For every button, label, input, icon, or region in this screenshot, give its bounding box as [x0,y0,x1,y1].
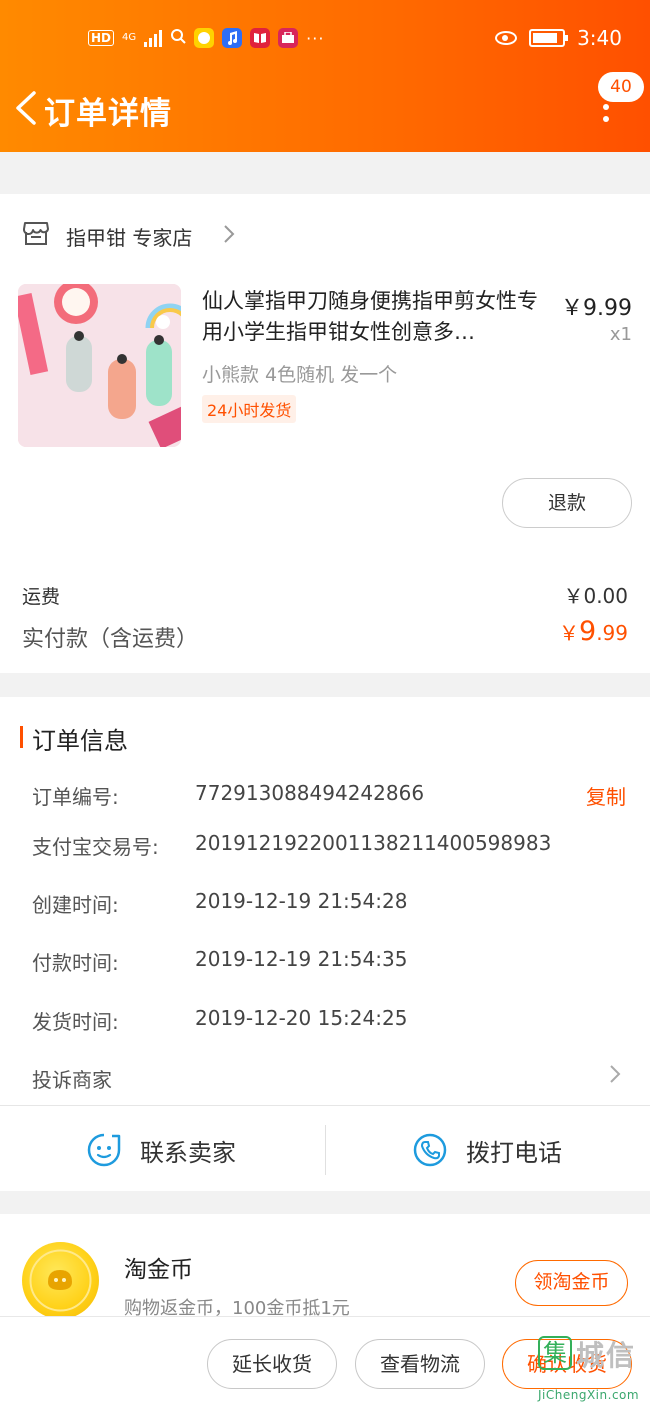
complain-seller-label: 投诉商家 [32,1068,112,1092]
info-label: 支付宝交易号: [32,835,159,859]
gold-coin-icon [22,1242,99,1319]
status-left: HD 4G ··· [88,28,324,48]
paid-amount-value: ￥9.99 [559,616,628,647]
call-phone-button[interactable]: 拨打电话 [412,1125,562,1175]
payment-time-row: 付款时间: 2019-12-19 21:54:35 [32,947,632,977]
section-accent-bar [20,726,23,748]
info-value: 2019-12-19 21:54:28 [195,889,408,913]
info-value: 2019121922001138211400598983 [195,831,552,855]
status-right: 3:40 [495,26,622,50]
notification-app-icon [194,28,215,48]
order-info-title: 订单信息 [32,727,128,755]
product-quantity: x1 [609,324,632,345]
info-label: 创建时间: [32,893,119,917]
app-header: HD 4G ··· 3:40 订单详情 40 [0,0,650,152]
paid-currency: ￥ [559,621,579,645]
phone-icon [413,1133,447,1167]
battery-icon [529,29,569,47]
paid-amount-label: 实付款（含运费） [22,627,199,652]
product-sku: 小熊款 4色随机 发一个 [202,364,398,386]
search-icon [170,28,186,48]
complain-seller-row[interactable]: 投诉商家 [32,1064,632,1094]
shop-app-icon [278,28,299,48]
order-product-card: 指甲钳 专家店 仙人掌指甲刀随身便携指甲剪女性专用小学生指甲钳女性创意多… ￥9… [0,194,650,673]
claim-coins-button[interactable]: 领淘金币 [515,1260,628,1306]
alipay-trade-row: 支付宝交易号: 2019121922001138211400598983 [32,831,632,861]
more-notifications: ··· [306,28,325,48]
call-phone-label: 拨打电话 [466,1138,562,1167]
network-label: 4G [122,32,137,43]
chevron-right-icon[interactable] [222,223,236,245]
paid-integer: 9 [579,616,597,647]
shop-name-link[interactable]: 指甲钳 专家店 [66,222,192,251]
paid-decimal: .99 [596,621,628,645]
clock: 3:40 [577,26,622,50]
page-title: 订单详情 [44,96,172,132]
extend-receipt-button[interactable]: 延长收货 [207,1339,337,1389]
shipped-time-row: 发货时间: 2019-12-20 15:24:25 [32,1006,632,1036]
coins-title: 淘金币 [124,1257,193,1283]
info-value: 2019-12-20 15:24:25 [195,1006,408,1030]
info-label: 订单编号: [32,785,119,809]
order-number-row: 订单编号: 772913088494242866 [32,781,632,811]
refund-button[interactable]: 退款 [502,478,632,528]
created-time-row: 创建时间: 2019-12-19 21:54:28 [32,889,632,919]
shipping-tag: 24小时发货 [202,395,297,423]
view-logistics-button[interactable]: 查看物流 [355,1339,485,1389]
contact-seller-button[interactable]: 联系卖家 [86,1125,236,1175]
order-info-card: 订单信息 订单编号: 772913088494242866 复制 支付宝交易号:… [0,697,650,1191]
product-thumbnail[interactable] [18,284,181,447]
shipping-fee-value: ￥0.00 [563,584,628,608]
product-title[interactable]: 仙人掌指甲刀随身便携指甲剪女性专用小学生指甲钳女性创意多… [202,286,552,348]
product-price: ￥9.99 [561,296,632,321]
chevron-right-icon[interactable] [608,1063,622,1085]
signal-icon [144,29,163,47]
vertical-divider [325,1125,326,1175]
watermark-url: JiChengXin.com [538,1388,640,1402]
watermark-logo-icon: 集 [538,1336,572,1370]
info-value: 772913088494242866 [195,781,425,805]
info-label: 发货时间: [32,1010,119,1034]
message-count-badge[interactable]: 40 [598,72,644,102]
copy-order-number-button[interactable]: 复制 [586,781,626,810]
info-value: 2019-12-19 21:54:35 [195,947,408,971]
store-icon [23,222,49,245]
chat-face-icon [87,1133,121,1167]
contact-seller-label: 联系卖家 [140,1138,236,1167]
music-app-icon [222,28,243,48]
watermark-text: 城信 [576,1339,637,1372]
eye-comfort-icon [495,31,518,45]
shipping-fee-label: 运费 [22,586,61,608]
back-icon[interactable] [12,90,42,126]
info-label: 付款时间: [32,951,119,975]
book-app-icon [250,28,271,48]
status-bar: HD 4G ··· 3:40 [0,0,650,80]
hd-badge: HD [88,30,115,46]
divider [0,1105,650,1106]
more-options-icon[interactable] [600,104,612,128]
site-watermark: 集 城信 JiChengXin.com [530,1330,650,1408]
